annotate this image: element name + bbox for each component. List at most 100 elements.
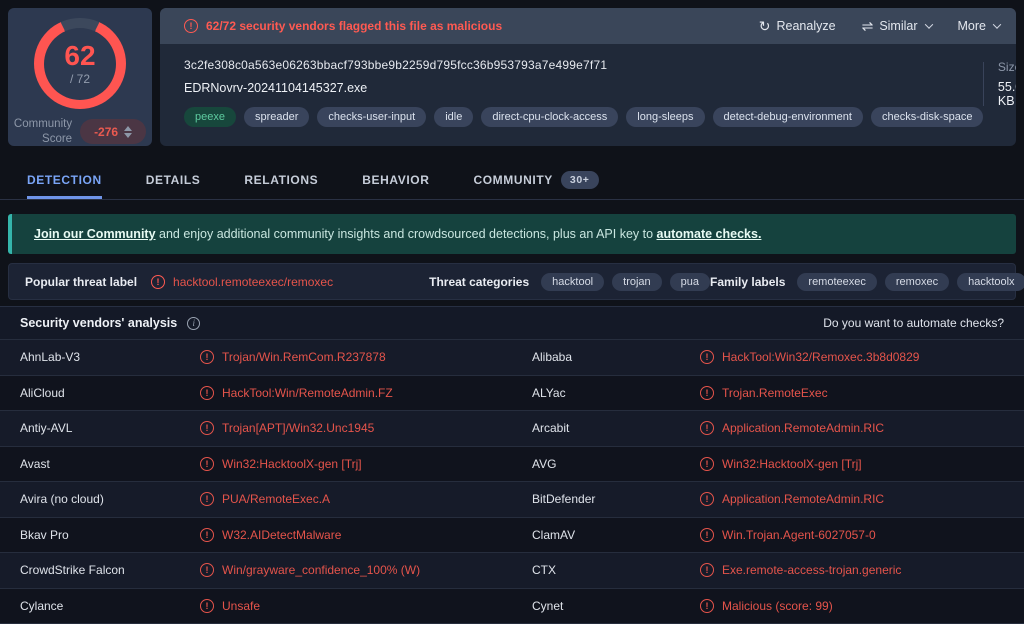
virustotal-file-report: 62 / 72 Community Score -276 — [0, 0, 1024, 624]
detection-result: !W32.AIDetectMalware — [200, 528, 532, 542]
file-size-block: Size 55.00 KB — [998, 60, 1016, 108]
tab-community[interactable]: COMMUNITY 30+ — [473, 165, 598, 199]
file-summary-card: ! 62/72 security vendors flagged this fi… — [160, 8, 1016, 146]
join-community-link[interactable]: Join our Community — [34, 227, 156, 241]
detection-result: !Unsafe — [200, 599, 532, 613]
alert-icon: ! — [700, 457, 714, 471]
file-name: EDRNovrv-20241104145327.exe — [184, 81, 983, 95]
table-row: Avira (no cloud) !PUA/RemoteExec.A BitDe… — [0, 481, 1024, 517]
detection-gauge: 62 / 72 — [34, 18, 126, 109]
table-row: Cylance !Unsafe Cynet !Malicious (score:… — [0, 588, 1024, 624]
vendor-name: CrowdStrike Falcon — [20, 563, 200, 577]
alert-icon: ! — [200, 492, 214, 506]
category-hacktool[interactable]: hacktool — [541, 273, 604, 291]
alert-icon: ! — [200, 386, 214, 400]
detection-result: !PUA/RemoteExec.A — [200, 492, 532, 506]
tag-checks-user-input[interactable]: checks-user-input — [317, 107, 426, 127]
community-score-value: -276 — [94, 125, 118, 139]
alert-icon: ! — [700, 563, 714, 577]
vendor-analysis-table: AhnLab-V3 !Trojan/Win.RemCom.R237878 Ali… — [0, 339, 1024, 624]
tag-long-sleeps[interactable]: long-sleeps — [626, 107, 704, 127]
popular-threat-value: ! hacktool.remoteexec/remoxec — [151, 275, 333, 289]
table-row: Bkav Pro !W32.AIDetectMalware ClamAV !Wi… — [0, 517, 1024, 553]
reanalyze-button[interactable]: ↻ Reanalyze — [759, 19, 836, 33]
tag-peexe[interactable]: peexe — [184, 107, 236, 127]
tab-details[interactable]: DETAILS — [146, 165, 201, 199]
vendor-name: ALYac — [532, 386, 700, 400]
similar-button[interactable]: ⇌ Similar — [862, 19, 932, 33]
vendor-name: Antiy-AVL — [20, 421, 200, 435]
detection-result: !Win.Trojan.Agent-6027057-0 — [700, 528, 1004, 542]
family-remoxec[interactable]: remoxec — [885, 273, 949, 291]
reanalyze-icon: ↻ — [759, 19, 771, 33]
alert-icon: ! — [700, 386, 714, 400]
vendor-name: Alibaba — [532, 350, 700, 364]
tag-idle[interactable]: idle — [434, 107, 473, 127]
family-labels-label: Family labels — [710, 275, 785, 289]
tag-detect-debug-environment[interactable]: detect-debug-environment — [713, 107, 863, 127]
vote-spinner-icon[interactable] — [124, 126, 132, 138]
tab-detection[interactable]: DETECTION — [27, 165, 102, 199]
alert-icon: ! — [200, 599, 214, 613]
alert-icon: ! — [700, 421, 714, 435]
table-row: AliCloud !HackTool:Win/RemoteAdmin.FZ AL… — [0, 375, 1024, 411]
malicious-alert-bar: ! 62/72 security vendors flagged this fi… — [160, 8, 1016, 44]
file-hash: 3c2fe308c0a563e06263bbacf793bbe9b2259d79… — [184, 58, 983, 72]
alert-text: 62/72 security vendors flagged this file… — [206, 19, 502, 33]
vote-up-icon[interactable] — [124, 126, 132, 131]
threat-categories-label: Threat categories — [429, 275, 529, 289]
report-header: 62 / 72 Community Score -276 — [0, 0, 1024, 146]
detection-total: / 72 — [70, 72, 90, 86]
automate-checks-link[interactable]: automate checks. — [657, 227, 762, 241]
detection-score-card: 62 / 72 Community Score -276 — [8, 8, 152, 146]
detection-result: !Win32:HacktoolX-gen [Trj] — [200, 457, 532, 471]
detection-result: !HackTool:Win32/Remoxec.3b8d0829 — [700, 350, 1004, 364]
community-count-badge: 30+ — [561, 171, 599, 189]
similar-icon: ⇌ — [862, 19, 874, 33]
community-score-stepper[interactable]: -276 — [80, 119, 146, 144]
vendor-name: AVG — [532, 457, 700, 471]
vendor-name: Cylance — [20, 599, 200, 613]
file-size-value: 55.00 KB — [998, 80, 1016, 108]
community-score-label: Community Score — [14, 117, 72, 146]
popular-threat-label: Popular threat label — [25, 275, 137, 289]
vendor-name: Bkav Pro — [20, 528, 200, 542]
detection-result: !HackTool:Win/RemoteAdmin.FZ — [200, 386, 532, 400]
alert-icon: ! — [700, 528, 714, 542]
file-tags: peexe spreader checks-user-input idle di… — [184, 107, 983, 127]
family-hacktoolx[interactable]: hacktoolx — [957, 273, 1024, 291]
table-row: CrowdStrike Falcon !Win/grayware_confide… — [0, 552, 1024, 588]
vendor-name: Cynet — [532, 599, 700, 613]
vendor-name: CTX — [532, 563, 700, 577]
alert-icon: ! — [700, 599, 714, 613]
family-remoteexec[interactable]: remoteexec — [797, 273, 876, 291]
info-icon[interactable]: i — [187, 317, 200, 330]
alert-icon: ! — [700, 350, 714, 364]
vendor-name: BitDefender — [532, 492, 700, 506]
detection-result: !Application.RemoteAdmin.RIC — [700, 421, 1004, 435]
vote-down-icon[interactable] — [124, 133, 132, 138]
detection-result: !Win/grayware_confidence_100% (W) — [200, 563, 532, 577]
vendor-name: AhnLab-V3 — [20, 350, 200, 364]
vendor-name: Avast — [20, 457, 200, 471]
tag-checks-disk-space[interactable]: checks-disk-space — [871, 107, 983, 127]
community-banner: Join our Community and enjoy additional … — [8, 214, 1016, 254]
chevron-down-icon — [993, 20, 1001, 28]
alert-icon: ! — [200, 563, 214, 577]
detection-result: !Trojan.RemoteExec — [700, 386, 1004, 400]
automate-checks-prompt[interactable]: Do you want to automate checks? — [823, 316, 1004, 330]
category-pua[interactable]: pua — [670, 273, 710, 291]
detection-result: !Malicious (score: 99) — [700, 599, 1004, 613]
tag-direct-cpu-clock-access[interactable]: direct-cpu-clock-access — [481, 107, 618, 127]
family-labels: remoteexec remoxec hacktoolx — [797, 273, 1024, 291]
detection-result: !Trojan/Win.RemCom.R237878 — [200, 350, 532, 364]
detection-result: !Application.RemoteAdmin.RIC — [700, 492, 1004, 506]
tab-behavior[interactable]: BEHAVIOR — [362, 165, 429, 199]
tag-spreader[interactable]: spreader — [244, 107, 309, 127]
alert-icon: ! — [184, 19, 198, 33]
tab-relations[interactable]: RELATIONS — [244, 165, 318, 199]
alert-icon: ! — [200, 350, 214, 364]
vendor-name: AliCloud — [20, 386, 200, 400]
category-trojan[interactable]: trojan — [612, 273, 662, 291]
more-button[interactable]: More — [958, 19, 1000, 33]
